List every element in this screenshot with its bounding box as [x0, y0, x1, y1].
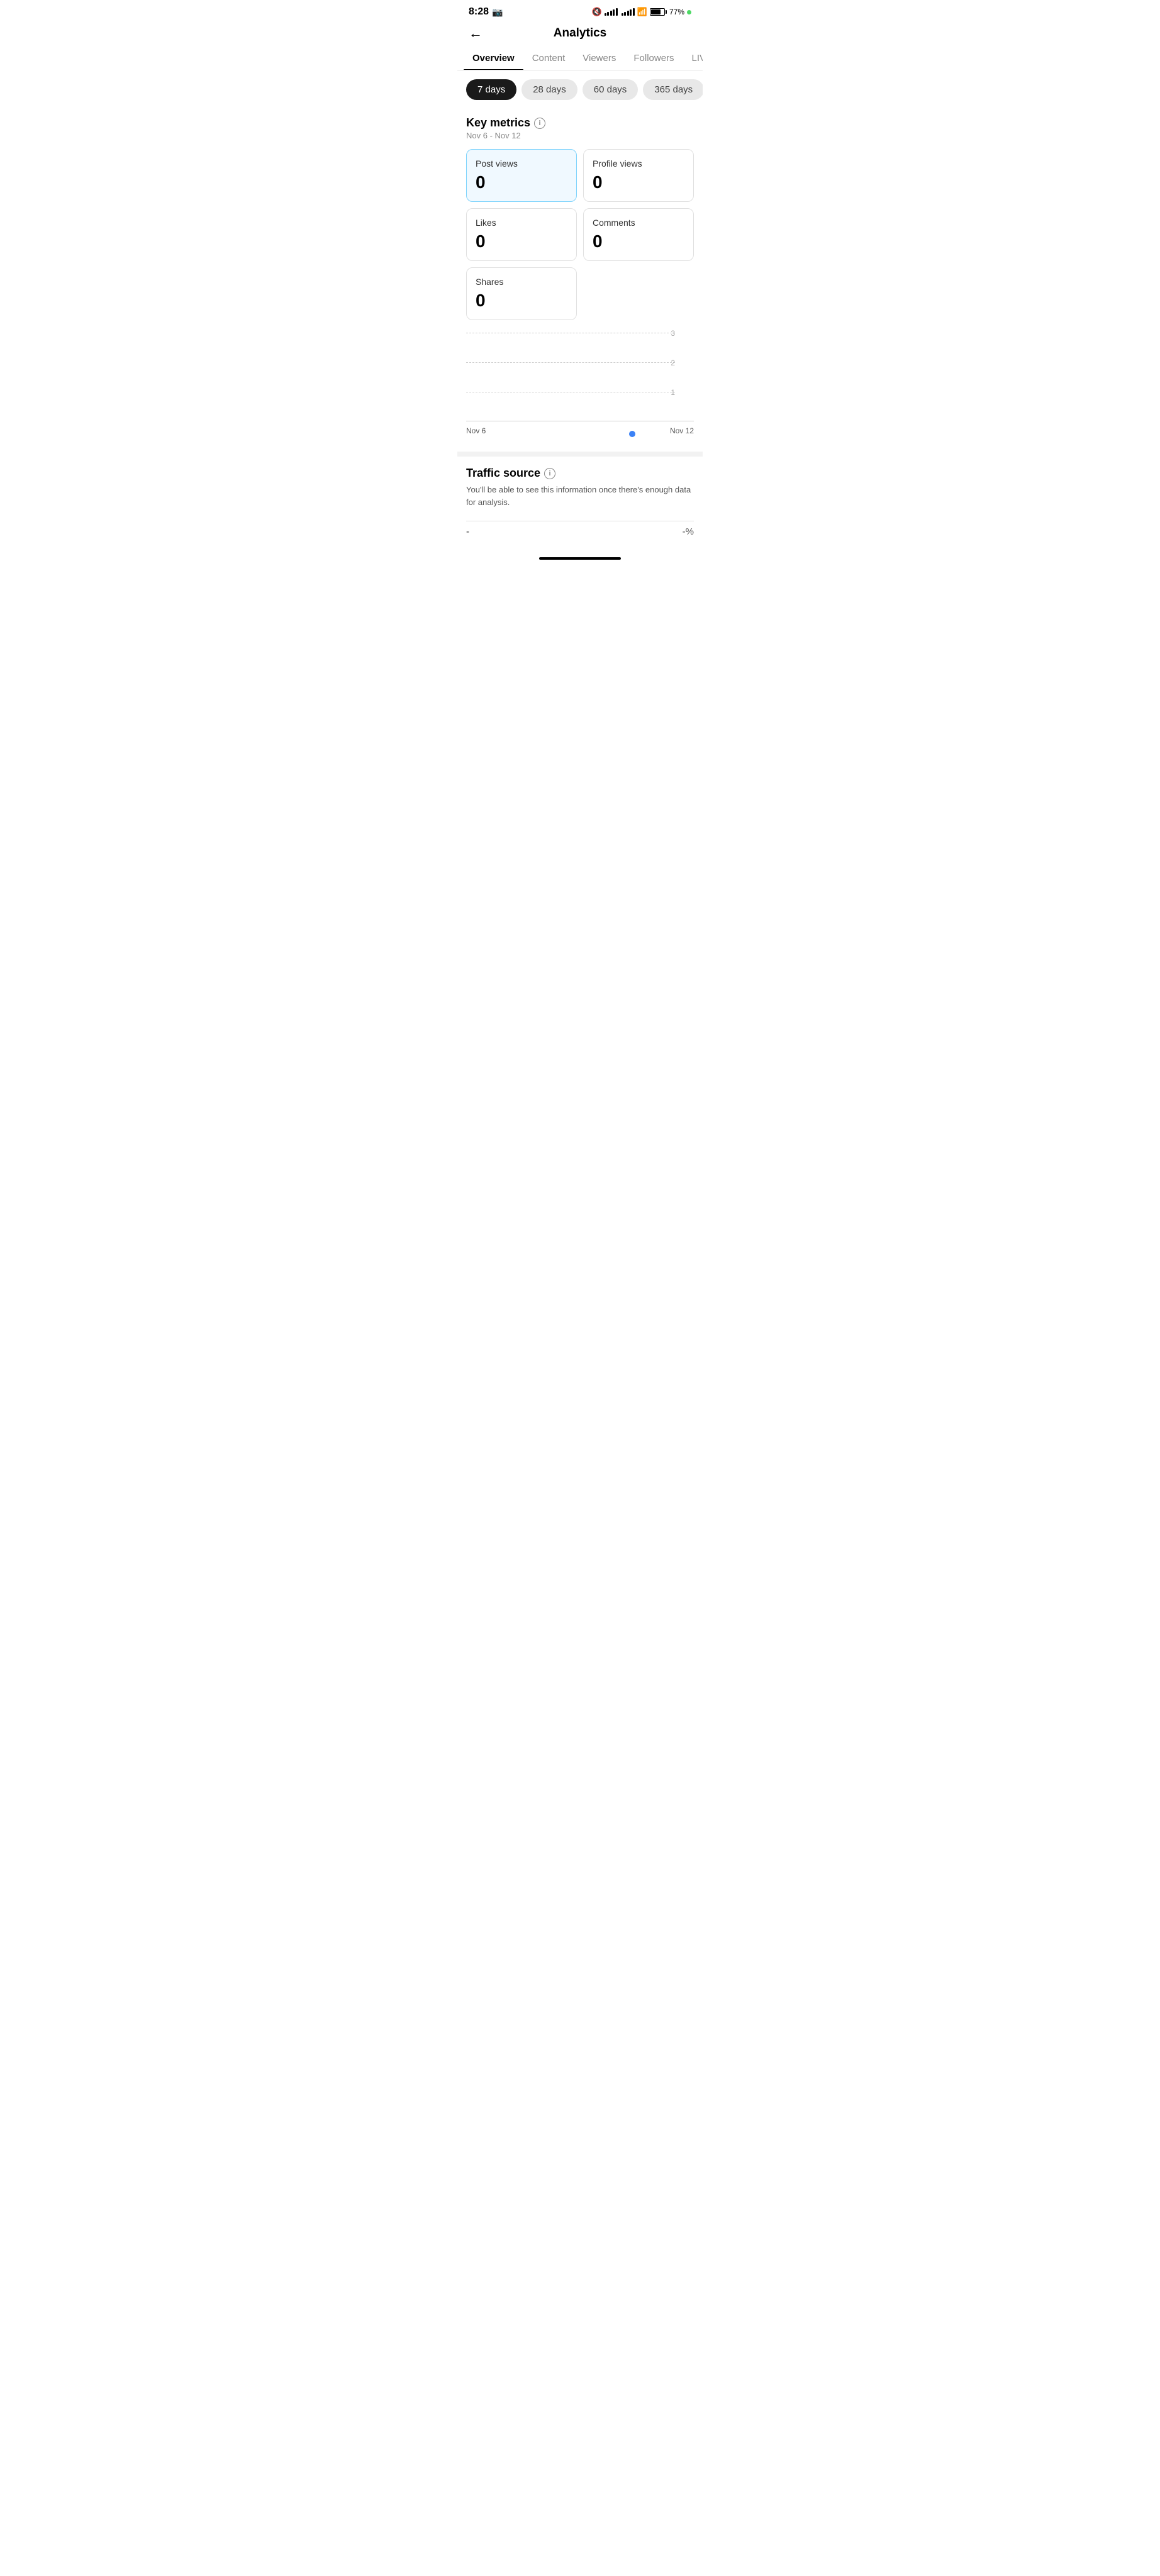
shares-value: 0: [476, 291, 567, 311]
header: ← Analytics: [457, 21, 703, 47]
shares-label: Shares: [476, 277, 567, 287]
signal-bars-2: [622, 8, 635, 16]
traffic-source-info-icon[interactable]: i: [544, 468, 555, 479]
pill-365days[interactable]: 365 days: [643, 79, 703, 100]
key-metrics-title: Key metrics i: [466, 116, 694, 130]
chart-y-label-2: 2: [671, 358, 675, 367]
wifi-icon: 📶: [637, 7, 647, 17]
pill-7days[interactable]: 7 days: [466, 79, 516, 100]
tab-overview[interactable]: Overview: [464, 47, 523, 70]
metric-card-shares[interactable]: Shares 0: [466, 267, 577, 320]
likes-value: 0: [476, 231, 567, 252]
chart-x-end: Nov 12: [670, 426, 694, 435]
key-metrics-section: Key metrics i Nov 6 - Nov 12 Post views …: [457, 109, 703, 320]
traffic-row-key: -: [466, 526, 469, 537]
signal-bars-1: [605, 8, 618, 16]
chart-y-label-1: 1: [671, 388, 675, 397]
profile-views-label: Profile views: [593, 158, 684, 169]
nav-tabs: Overview Content Viewers Followers LIVE: [457, 47, 703, 70]
pill-28days[interactable]: 28 days: [521, 79, 577, 100]
back-button[interactable]: ←: [469, 25, 482, 42]
status-bar: 8:28 📷 🔇 📶 77%: [457, 0, 703, 21]
metrics-row-2: Likes 0 Comments 0: [466, 208, 694, 261]
home-indicator: [457, 552, 703, 564]
battery-indicator: 77%: [650, 8, 691, 16]
chart-area: 3 2 1 Nov 6 Nov 12: [457, 326, 703, 443]
metrics-row-1: Post views 0 Profile views 0: [466, 149, 694, 202]
tab-live[interactable]: LIVE: [683, 47, 703, 70]
traffic-row-value: -%: [683, 526, 694, 537]
chart-x-axis: Nov 6 Nov 12: [466, 421, 694, 443]
profile-views-value: 0: [593, 172, 684, 192]
traffic-source-section: Traffic source i You'll be able to see t…: [457, 457, 703, 552]
chart-y-label-3: 3: [671, 329, 675, 338]
status-time: 8:28: [469, 6, 489, 18]
metric-card-comments[interactable]: Comments 0: [583, 208, 694, 261]
chart-line-2: 2: [466, 362, 675, 363]
post-views-label: Post views: [476, 158, 567, 169]
traffic-data-row: - -%: [466, 521, 694, 542]
camera-icon: 📷: [492, 7, 503, 18]
metrics-row-3: Shares 0: [466, 267, 694, 320]
key-metrics-date-range: Nov 6 - Nov 12: [466, 131, 694, 140]
tab-content[interactable]: Content: [523, 47, 574, 70]
likes-label: Likes: [476, 218, 567, 228]
green-dot: [687, 10, 691, 14]
traffic-source-title: Traffic source i: [466, 467, 694, 480]
section-divider: [457, 452, 703, 457]
comments-value: 0: [593, 231, 684, 252]
battery-percent: 77%: [669, 8, 684, 16]
chart-x-start: Nov 6: [466, 426, 486, 435]
key-metrics-info-icon[interactable]: i: [534, 118, 545, 129]
comments-label: Comments: [593, 218, 684, 228]
status-icons: 🔇 📶 77%: [592, 7, 691, 17]
pill-60days[interactable]: 60 days: [583, 79, 639, 100]
home-bar: [539, 557, 621, 560]
chart-dot: [629, 431, 635, 437]
chart-grid: 3 2 1: [466, 333, 694, 421]
mute-icon: 🔇: [592, 7, 602, 17]
tab-followers[interactable]: Followers: [625, 47, 683, 70]
date-range-selector: 7 days 28 days 60 days 365 days Cu: [457, 70, 703, 109]
traffic-source-description: You'll be able to see this information o…: [466, 484, 694, 508]
metric-card-profile-views[interactable]: Profile views 0: [583, 149, 694, 202]
page-title: Analytics: [554, 26, 606, 40]
metric-card-likes[interactable]: Likes 0: [466, 208, 577, 261]
post-views-value: 0: [476, 172, 567, 192]
metric-card-post-views[interactable]: Post views 0: [466, 149, 577, 202]
tab-viewers[interactable]: Viewers: [574, 47, 625, 70]
